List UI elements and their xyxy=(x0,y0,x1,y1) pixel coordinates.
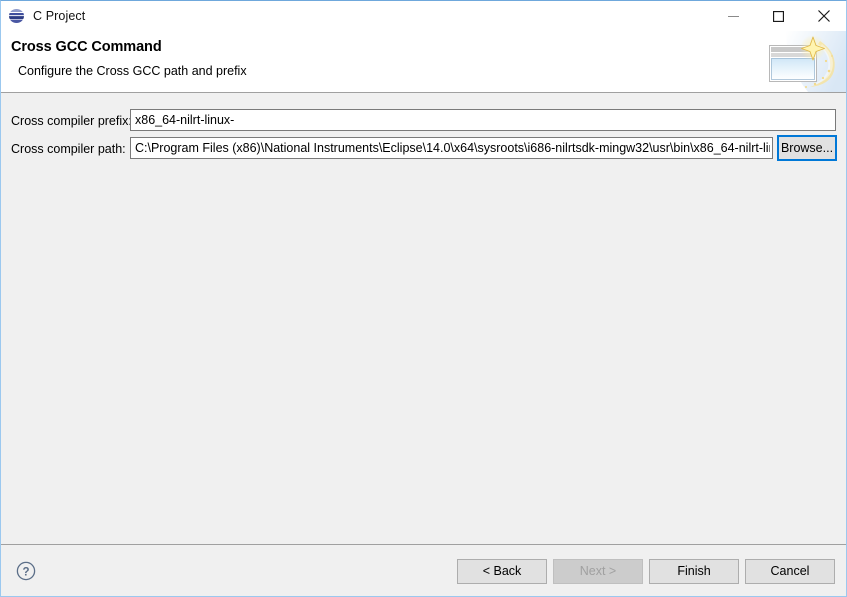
minimize-button[interactable] xyxy=(711,1,756,31)
question-mark-icon: ? xyxy=(16,561,36,581)
title-bar: C Project xyxy=(1,1,846,31)
page-subtitle: Configure the Cross GCC path and prefix xyxy=(18,64,247,78)
dialog-footer: ? < Back Next > Finish Cancel xyxy=(1,545,846,596)
cross-compiler-path-label: Cross compiler path: xyxy=(11,142,126,156)
back-button[interactable]: < Back xyxy=(457,559,547,584)
svg-text:?: ? xyxy=(22,566,29,578)
eclipse-globe-icon xyxy=(9,8,25,24)
wizard-banner: Cross GCC Command Configure the Cross GC… xyxy=(1,31,846,93)
wizard-button-bar: < Back Next > Finish Cancel xyxy=(457,559,835,584)
window-title: C Project xyxy=(33,9,86,23)
close-icon xyxy=(817,10,830,22)
wizard-window-sparkle-icon xyxy=(746,31,846,92)
cancel-button[interactable]: Cancel xyxy=(745,559,835,584)
cross-compiler-path-input[interactable] xyxy=(130,137,773,159)
maximize-icon xyxy=(773,10,784,22)
finish-button[interactable]: Finish xyxy=(649,559,739,584)
page-title: Cross GCC Command xyxy=(11,39,162,55)
browse-button[interactable]: Browse... xyxy=(777,135,837,161)
cross-compiler-prefix-label: Cross compiler prefix: xyxy=(11,114,132,128)
maximize-button[interactable] xyxy=(756,1,801,31)
help-button[interactable]: ? xyxy=(16,561,36,581)
cross-compiler-prefix-input[interactable] xyxy=(130,109,836,131)
wizard-content: Cross compiler prefix: Cross compiler pa… xyxy=(1,94,846,544)
window-controls xyxy=(711,1,846,31)
next-button: Next > xyxy=(553,559,643,584)
close-button[interactable] xyxy=(801,1,846,31)
c-project-wizard-dialog: C Project Cross GCC Command Configure th… xyxy=(0,0,847,597)
minimize-icon xyxy=(728,15,739,17)
